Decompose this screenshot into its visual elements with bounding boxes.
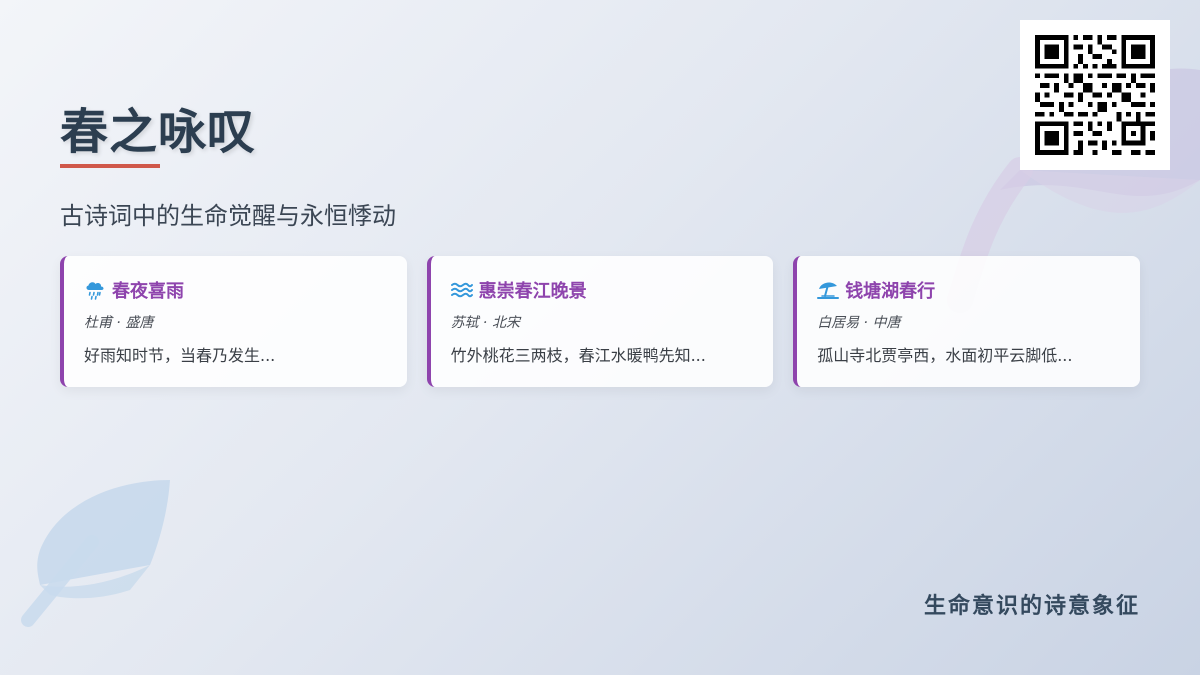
water-waves-icon — [450, 279, 473, 301]
poem-card-header: 惠崇春江晚景 — [450, 278, 754, 302]
qr-code — [1020, 20, 1170, 170]
footer-tagline: 生命意识的诗意象征 — [923, 594, 1140, 619]
poem-excerpt: 竹外桃花三两枝，春江水暖鸭先知... — [450, 346, 706, 365]
poem-excerpt: 孤山寺北贾亭西，水面初平云脚低... — [817, 346, 1073, 365]
poem-card[interactable]: 春夜喜雨 杜甫 · 盛唐 好雨知时节，当春乃发生... — [60, 256, 407, 387]
cloud-rain-icon — [84, 279, 106, 301]
qr-code-icon — [1035, 35, 1155, 155]
poem-card-header: 钱塘湖春行 — [817, 278, 1120, 302]
poem-title: 惠崇春江晚景 — [478, 281, 587, 302]
poem-excerpt: 好雨知时节，当春乃发生... — [84, 346, 276, 365]
title-underline — [60, 164, 160, 168]
page-subtitle: 古诗词中的生命觉醒与永恒悸动 — [60, 202, 396, 230]
umbrella-beach-icon — [817, 279, 840, 301]
poem-author: 苏轼 · 北宋 — [450, 315, 520, 331]
page-title: 春之咏叹 — [60, 104, 257, 160]
feather-icon — [21, 480, 170, 627]
poem-title: 钱塘湖春行 — [845, 281, 936, 302]
poem-author: 杜甫 · 盛唐 — [84, 315, 154, 331]
poem-card-header: 春夜喜雨 — [84, 278, 387, 302]
poem-card-list: 春夜喜雨 杜甫 · 盛唐 好雨知时节，当春乃发生... 惠崇春江晚景 苏轼 · … — [60, 256, 1140, 387]
poem-card[interactable]: 惠崇春江晚景 苏轼 · 北宋 竹外桃花三两枝，春江水暖鸭先知... — [426, 256, 774, 387]
poem-card[interactable]: 钱塘湖春行 白居易 · 中唐 孤山寺北贾亭西，水面初平云脚低... — [793, 256, 1140, 387]
poem-title: 春夜喜雨 — [112, 281, 184, 302]
poem-author: 白居易 · 中唐 — [817, 315, 901, 331]
